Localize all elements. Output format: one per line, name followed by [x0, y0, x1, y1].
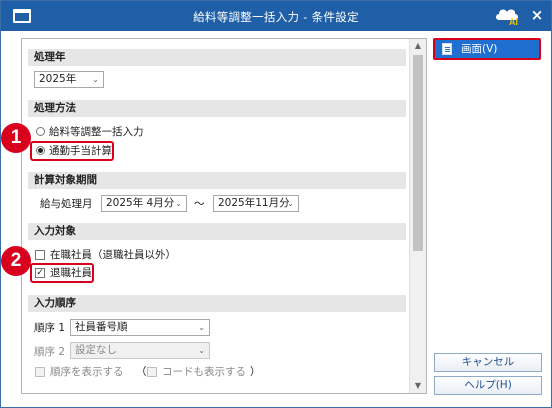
scrollbar-thumb[interactable] — [413, 55, 423, 251]
period-separator: ～ — [194, 198, 205, 210]
screen-button[interactable]: 画面(V) — [433, 38, 541, 60]
period-from-select[interactable]: 2025年 4月分 ⌄ — [101, 195, 187, 212]
checkbox-show-order-label[interactable]: 順序を表示する — [50, 364, 124, 379]
checkbox-active-employees[interactable] — [35, 250, 45, 260]
step-badge-1: 1 — [1, 123, 31, 153]
order2-select[interactable]: 設定なし ⌄ — [70, 342, 210, 359]
chevron-down-icon: ⌄ — [287, 199, 294, 208]
scroll-down-icon[interactable]: ▼ — [410, 379, 426, 393]
checkbox-show-code-label[interactable]: コードも表示する — [162, 364, 246, 379]
section-year-title: 処理年 — [28, 49, 406, 66]
checkbox-active-employees-label[interactable]: 在職社員（退職社員以外） — [50, 247, 176, 262]
title-bar: 給料等調整一括入力 - 条件設定 AI × — [1, 1, 551, 31]
chevron-down-icon: ⌄ — [198, 323, 205, 332]
condition-panel[interactable]: 処理年 2025年 ⌄ 処理方法 給料等調整一括入力 通勤手当計算 計算対象期間… — [21, 38, 427, 394]
radio-bulk-input-label[interactable]: 給料等調整一括入力 — [49, 124, 144, 139]
scroll-up-icon[interactable]: ▲ — [410, 39, 426, 53]
cancel-button[interactable]: キャンセル — [434, 353, 542, 372]
vertical-scrollbar[interactable]: ▲ ▼ — [409, 39, 426, 393]
year-select-value: 2025年 — [39, 73, 77, 85]
chevron-down-icon: ⌄ — [92, 75, 99, 84]
order2-label: 順序 2 — [34, 346, 66, 358]
document-icon — [442, 43, 452, 55]
step-badge-2: 2 — [1, 246, 31, 276]
period-to-select[interactable]: 2025年11月分 ⌄ — [213, 195, 299, 212]
period-from-value: 2025年 4月分 — [106, 197, 175, 209]
checkbox-show-order[interactable] — [35, 367, 45, 377]
radio-bulk-input[interactable] — [36, 127, 45, 136]
dialog-window: 給料等調整一括入力 - 条件設定 AI × 処理年 2025年 ⌄ 処理方法 給… — [0, 0, 552, 408]
paren-close: ） — [250, 366, 261, 378]
ai-label: AI — [509, 17, 518, 27]
period-label: 給与処理月 — [40, 198, 93, 210]
section-period-title: 計算対象期間 — [28, 172, 406, 189]
chevron-down-icon: ⌄ — [198, 346, 205, 355]
radio-commute-calc[interactable] — [36, 146, 45, 155]
window-title: 給料等調整一括入力 - 条件設定 — [193, 10, 359, 24]
period-to-value: 2025年11月分 — [218, 197, 290, 209]
close-icon[interactable]: × — [529, 6, 545, 24]
order1-select[interactable]: 社員番号順 ⌄ — [70, 319, 210, 336]
year-select[interactable]: 2025年 ⌄ — [34, 71, 104, 88]
order1-label: 順序 1 — [34, 322, 66, 334]
ai-cloud-icon[interactable]: AI — [494, 5, 522, 27]
radio-commute-calc-label[interactable]: 通勤手当計算 — [49, 143, 112, 158]
section-order-title: 入力順序 — [28, 295, 406, 312]
chevron-down-icon: ⌄ — [175, 199, 182, 208]
screen-button-label: 画面(V) — [461, 43, 498, 55]
checkbox-retired-employees-label[interactable]: 退職社員 — [50, 265, 92, 280]
paren-open: （ — [136, 366, 147, 378]
order2-value: 設定なし — [75, 344, 117, 356]
section-target-title: 入力対象 — [28, 223, 406, 240]
order1-value: 社員番号順 — [75, 321, 128, 333]
checkbox-retired-employees[interactable]: ✓ — [35, 268, 45, 278]
checkbox-show-code[interactable] — [147, 367, 157, 377]
condition-content: 処理年 2025年 ⌄ 処理方法 給料等調整一括入力 通勤手当計算 計算対象期間… — [22, 39, 408, 393]
help-button[interactable]: ヘルプ(H) — [434, 376, 542, 395]
section-method-title: 処理方法 — [28, 100, 406, 117]
